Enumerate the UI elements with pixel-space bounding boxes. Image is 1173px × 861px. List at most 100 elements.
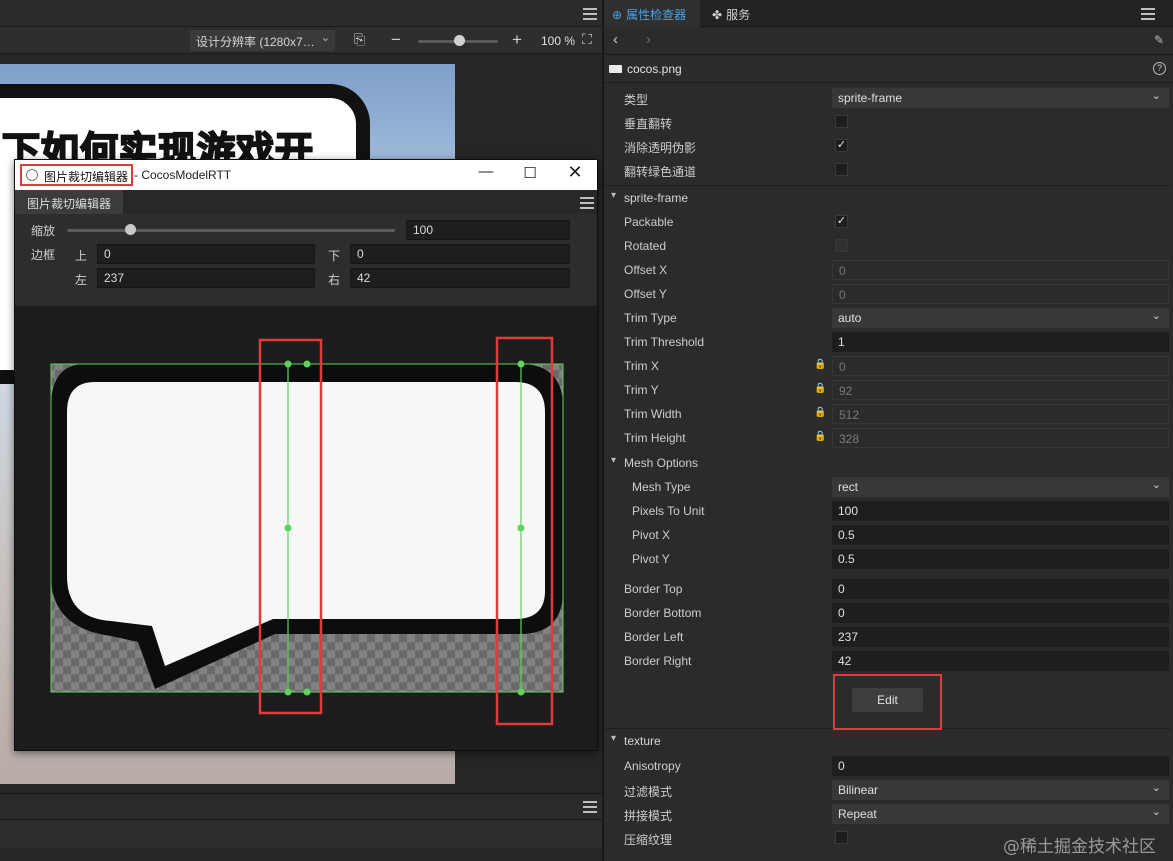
property-label: Offset X — [624, 263, 668, 277]
section-sprite-frame[interactable]: ▾ sprite-frame — [604, 185, 1172, 209]
edit-button[interactable]: Edit — [852, 688, 923, 712]
select-value: rect — [838, 480, 859, 494]
collapse-arrow-icon[interactable]: ▾ — [611, 190, 616, 201]
collapse-arrow-icon[interactable]: ▾ — [611, 733, 616, 744]
fit-screen-icon[interactable]: ⛶ — [582, 31, 592, 48]
property-select[interactable]: Bilinear ⌄ — [832, 780, 1169, 800]
chevron-down-icon: ⌄ — [1151, 782, 1161, 794]
border-left-input[interactable]: 237 — [97, 268, 315, 288]
property-label: Border Right — [624, 654, 692, 668]
checkbox-checked[interactable]: ✓ — [835, 139, 848, 152]
bottom-panel-body — [0, 820, 602, 848]
zoom-out-icon[interactable]: − — [391, 30, 401, 50]
property-row-field: 拼接模式 Repeat ⌄ — [604, 802, 1172, 826]
property-input[interactable]: 0.5 — [832, 549, 1169, 569]
guide-handle — [517, 360, 525, 368]
property-row-border-left: Border Left 237 — [604, 625, 1172, 649]
pin-icon[interactable]: ✎ — [1154, 33, 1164, 47]
panel-menu-icon[interactable] — [583, 801, 597, 813]
watermark: @稀土掘金技术社区 — [1003, 837, 1156, 857]
property-row-trim-y: Trim Y 🔒 92 — [604, 378, 1172, 402]
zoom-in-icon[interactable]: + — [512, 30, 522, 50]
property-label: Offset Y — [624, 287, 667, 301]
property-input[interactable]: 0 — [832, 756, 1169, 776]
guide-handle — [303, 360, 311, 368]
property-input[interactable]: 1 — [832, 332, 1169, 352]
property-row-border-bottom: Border Bottom 0 — [604, 601, 1172, 625]
checkbox[interactable] — [835, 163, 848, 176]
sprite-editor-window: 图片裁切编辑器 - CocosModelRTT — ☐ ✕ 图片裁切编辑器 缩放… — [14, 159, 598, 751]
inspector-nav: ‹ › ✎ — [604, 27, 1173, 55]
section-title: sprite-frame — [624, 191, 689, 205]
window-titlebar[interactable]: 图片裁切编辑器 - CocosModelRTT — ☐ ✕ — [15, 160, 597, 190]
property-select[interactable]: sprite-frame ⌄ — [832, 88, 1169, 108]
property-label: 类型 — [624, 93, 649, 107]
minimize-icon[interactable]: — — [474, 163, 498, 185]
scene-toolbar: 设计分辨率 (1280x7… ⌄ ⎘ − + 100 % ⛶ — [0, 27, 602, 54]
zoom-slider-thumb[interactable] — [454, 35, 465, 46]
tab-sprite-editor[interactable]: 图片裁切编辑器 — [15, 190, 124, 214]
cocos-logo-icon — [26, 169, 38, 181]
guide-handle — [303, 688, 311, 696]
panel-menu-icon[interactable] — [580, 197, 594, 209]
property-label: 翻转绿色通道 — [624, 165, 697, 179]
property-label: Rotated — [624, 239, 667, 253]
tab-services[interactable]: ✤ 服务 — [704, 0, 758, 27]
property-input[interactable]: 0 — [832, 603, 1169, 623]
property-select[interactable]: rect ⌄ — [832, 477, 1169, 497]
property-select[interactable]: Repeat ⌄ — [832, 804, 1169, 824]
checkbox-checked[interactable]: ✓ — [835, 215, 848, 228]
border-top-label: 上 — [75, 249, 88, 263]
checkbox — [835, 239, 848, 252]
panel-menu-icon[interactable] — [583, 8, 597, 20]
forward-arrow-icon[interactable]: › — [646, 31, 651, 48]
property-row-field: 类型 sprite-frame ⌄ — [604, 86, 1172, 110]
border-right-input[interactable]: 42 — [350, 268, 570, 288]
maximize-icon[interactable]: ☐ — [518, 164, 542, 186]
guide-handle — [284, 688, 292, 696]
property-input[interactable]: 0 — [832, 579, 1169, 599]
border-top-input[interactable]: 0 — [97, 244, 315, 264]
property-row-rotated: Rotated — [604, 234, 1172, 258]
property-label: Trim Height — [624, 431, 686, 445]
sprite-editor-properties: 缩放 100 边框 上 0 下 0 左 237 右 42 — [15, 214, 597, 306]
panel-menu-icon[interactable] — [1141, 8, 1155, 20]
section-texture[interactable]: ▾ texture — [604, 728, 1172, 752]
chevron-down-icon: ⌄ — [1151, 90, 1161, 102]
design-resolution-select[interactable]: 设计分辨率 (1280x7… ⌄ — [190, 30, 335, 51]
collapse-arrow-icon[interactable]: ▾ — [611, 455, 616, 466]
property-input[interactable]: 42 — [832, 651, 1169, 671]
select-value: sprite-frame — [838, 91, 903, 105]
close-icon[interactable]: ✕ — [563, 162, 587, 184]
property-label: 垂直翻转 — [624, 117, 673, 131]
border-bottom-label: 下 — [328, 249, 341, 263]
checkbox[interactable] — [835, 115, 848, 128]
help-icon[interactable]: ? — [1153, 62, 1166, 75]
mesh-options-header[interactable]: ▾ Mesh Options — [604, 451, 1172, 475]
property-row-trim-type: Trim Type auto ⌄ — [604, 306, 1172, 330]
section-title: texture — [624, 734, 661, 748]
scale-slider-thumb[interactable] — [125, 224, 136, 235]
property-select[interactable]: auto ⌄ — [832, 308, 1169, 328]
image-asset-icon — [609, 65, 622, 73]
property-input[interactable]: 100 — [832, 501, 1169, 521]
rotate-device-icon[interactable]: ⎘ — [354, 31, 365, 48]
scale-slider[interactable] — [67, 229, 395, 232]
asset-header: cocos.png ? — [604, 55, 1173, 83]
property-row-packable: Packable ✓ — [604, 210, 1172, 234]
property-row-field: 垂直翻转 — [604, 110, 1172, 134]
checkbox[interactable] — [835, 831, 848, 844]
lock-icon: 🔒 — [814, 431, 827, 442]
select-value: auto — [838, 311, 862, 325]
property-input[interactable]: 0.5 — [832, 525, 1169, 545]
property-label: 拼接模式 — [624, 809, 673, 823]
lock-icon: 🔒 — [814, 383, 827, 394]
sprite-preview-canvas[interactable] — [15, 306, 597, 750]
border-bottom-input[interactable]: 0 — [350, 244, 570, 264]
property-row-trim-width: Trim Width 🔒 512 — [604, 402, 1172, 426]
tab-inspector[interactable]: ⊕ 属性检查器 — [604, 0, 700, 27]
scale-input[interactable]: 100 — [406, 220, 570, 240]
property-input: 328 — [832, 428, 1169, 448]
back-arrow-icon[interactable]: ‹ — [613, 31, 618, 48]
property-input[interactable]: 237 — [832, 627, 1169, 647]
